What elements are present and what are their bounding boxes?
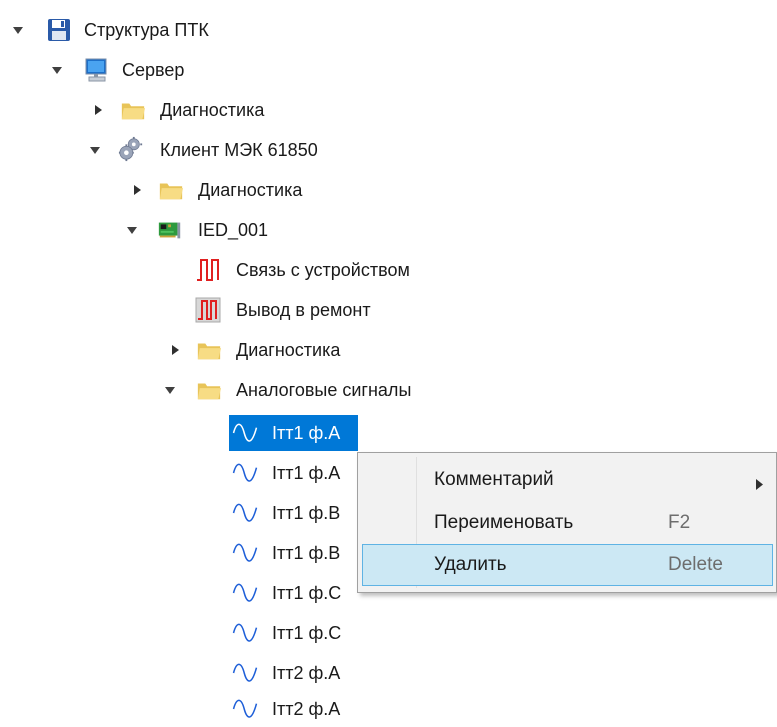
tree-node-label: Iтт1 ф.А — [272, 463, 341, 483]
pulse-signal-icon — [195, 257, 221, 283]
expand-arrow-icon[interactable] — [12, 24, 24, 36]
menu-item-shortcut: F2 — [668, 512, 691, 533]
sine-wave-icon — [232, 620, 258, 646]
circuit-board-icon — [157, 217, 183, 243]
tree-node-label: Диагностика — [236, 340, 341, 360]
collapsed-arrow-icon[interactable] — [169, 344, 181, 356]
sine-wave-icon — [232, 580, 258, 606]
tree-node-signal[interactable]: Iтт1 ф.В — [0, 535, 360, 571]
collapsed-arrow-icon[interactable] — [92, 104, 104, 116]
menu-item-label: Комментарий — [434, 469, 554, 490]
folder-icon — [196, 377, 222, 403]
sine-wave-icon — [232, 500, 258, 526]
tree-node-label: Iтт1 ф.С — [272, 623, 342, 643]
tree-node-label: Iтт1 ф.В — [272, 543, 341, 563]
sine-wave-icon — [232, 420, 258, 446]
tree-node-server[interactable]: Сервер — [0, 52, 260, 88]
expand-arrow-icon[interactable] — [164, 384, 176, 396]
tree-node-signal[interactable]: Iтт1 ф.А — [0, 455, 360, 491]
tree-node-label: Вывод в ремонт — [236, 300, 371, 320]
gears-icon — [118, 136, 144, 162]
tree-node-signal[interactable]: Iтт1 ф.В — [0, 495, 360, 531]
folder-icon — [196, 337, 222, 363]
monitor-icon — [84, 57, 110, 83]
tree-node-analog-signals[interactable]: Аналоговые сигналы — [0, 372, 460, 408]
tree-node-signal[interactable]: Iтт2 ф.А — [0, 691, 360, 727]
menu-item-rename[interactable]: Переименовать F2 — [362, 502, 773, 544]
tree-node-client[interactable]: Клиент МЭК 61850 — [0, 132, 380, 168]
tree-node-label: Клиент МЭК 61850 — [160, 140, 318, 160]
tree-node-ied-diagnostics[interactable]: Диагностика — [0, 332, 380, 368]
tree-node-label: Аналоговые сигналы — [236, 380, 412, 400]
tree-node-signal[interactable]: Iтт1 ф.С — [0, 615, 360, 651]
tree-node-signal[interactable]: Iтт2 ф.А — [0, 655, 360, 691]
expand-arrow-icon[interactable] — [51, 64, 63, 76]
tree-node-label: Сервер — [122, 60, 185, 80]
tree-node-root[interactable]: Структура ПТК — [0, 12, 260, 48]
tree-node-label: Связь с устройством — [236, 260, 410, 280]
menu-item-delete[interactable]: Удалить Delete — [362, 544, 773, 586]
tree-node-client-diagnostics[interactable]: Диагностика — [0, 172, 340, 208]
menu-item-shortcut: Delete — [668, 554, 723, 575]
tree-node-label: Структура ПТК — [84, 20, 209, 40]
sine-wave-icon — [232, 660, 258, 686]
floppy-disk-icon — [46, 17, 72, 43]
menu-item-comment[interactable]: Комментарий — [362, 459, 773, 501]
tree-node-server-diagnostics[interactable]: Диагностика — [0, 92, 300, 128]
project-tree: Структура ПТК Сервер Диагностика Клиент … — [0, 0, 777, 725]
tree-node-label: Iтт1 ф.В — [272, 503, 341, 523]
tree-node-ied[interactable]: IED_001 — [0, 212, 300, 248]
expand-arrow-icon[interactable] — [126, 224, 138, 236]
tree-node-label: IED_001 — [198, 220, 269, 240]
sine-wave-icon — [232, 540, 258, 566]
tree-node-label: Диагностика — [160, 100, 265, 120]
tree-node-label: Iтт1 ф.А — [272, 423, 341, 443]
menu-item-label: Переименовать — [434, 512, 574, 533]
menu-item-label: Удалить — [434, 554, 507, 575]
tree-node-label: Iтт2 ф.А — [272, 699, 341, 719]
tree-node-ied-repair[interactable]: Вывод в ремонт — [0, 292, 430, 328]
tree-node-signal[interactable]: Iтт1 ф.А — [0, 415, 360, 451]
expand-arrow-icon[interactable] — [89, 144, 101, 156]
folder-icon — [120, 97, 146, 123]
submenu-arrow-icon — [756, 474, 763, 495]
sine-wave-icon — [232, 696, 258, 722]
pulse-signal-boxed-icon — [195, 297, 221, 323]
folder-icon — [158, 177, 184, 203]
tree-node-ied-link[interactable]: Связь с устройством — [0, 252, 460, 288]
sine-wave-icon — [232, 460, 258, 486]
tree-node-label: Iтт2 ф.А — [272, 663, 341, 683]
collapsed-arrow-icon[interactable] — [131, 184, 143, 196]
tree-node-label: Iтт1 ф.С — [272, 583, 342, 603]
context-menu: Комментарий Переименовать F2 Удалить Del… — [357, 452, 777, 593]
tree-node-signal[interactable]: Iтт1 ф.С — [0, 575, 360, 611]
tree-node-label: Диагностика — [198, 180, 303, 200]
